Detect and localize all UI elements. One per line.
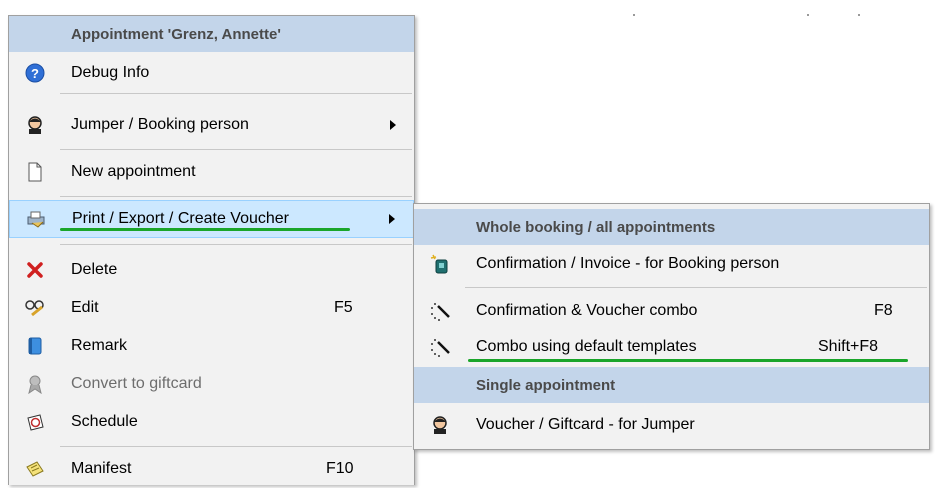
submenu-item-shortcut: F8 [874,302,893,319]
menu-item-label: Delete [71,261,118,278]
menu-item-jumper-booking-person[interactable]: Jumper / Booking person [9,106,414,144]
edit-glasses-icon [9,289,60,327]
menu-item-label: Debug Info [71,64,150,81]
submenu-item-confirmation-voucher-combo[interactable]: Confirmation & Voucher combo F8 [414,292,929,330]
menu-item-label: Jumper / Booking person [71,116,249,133]
menu-separator [60,149,412,150]
menu-item-label: Print / Export / Create Voucher [72,210,289,227]
magic-wand-icon [414,292,465,330]
document-icon [9,153,60,191]
menu-separator [465,287,927,288]
menu-item-edit[interactable]: Edit F5 [9,289,414,327]
menu-item-label: New appointment [71,163,196,180]
menu-item-shortcut: F10 [326,460,354,477]
submenu-item-label: Combo using default templates [476,338,697,355]
submenu-header-label: Single appointment [476,376,616,394]
person-icon [414,406,465,444]
menu-item-label: Convert to giftcard [71,375,202,392]
submenu-item-shortcut: Shift+F8 [818,338,879,355]
delete-x-icon [9,251,60,289]
menu-header: Appointment 'Grenz, Annette' [9,16,414,52]
magic-wand-icon [414,328,465,366]
person-icon [9,106,60,144]
manifest-icon [9,450,60,488]
menu-separator [60,244,412,245]
background-dot [633,14,635,16]
submenu-header-single-appointment: Single appointment [414,367,929,403]
help-icon: ? [9,54,60,92]
menu-separator [60,446,412,447]
submenu-item-label: Confirmation & Voucher combo [476,302,698,319]
schedule-icon [9,403,60,441]
background-dot [807,14,809,16]
menu-header-label: Appointment 'Grenz, Annette' [71,25,281,43]
submenu-header-whole-booking: Whole booking / all appointments [414,209,929,245]
submenu-item-confirmation-invoice[interactable]: Confirmation / Invoice - for Booking per… [414,245,929,283]
submenu-item-label: Voucher / Giftcard - for Jumper [476,416,695,433]
menu-item-label: Schedule [71,413,138,430]
submenu-arrow-icon [390,120,396,130]
print-export-submenu: Whole booking / all appointments Confirm… [413,203,930,450]
background-dot [858,14,860,16]
menu-separator [60,93,412,94]
menu-item-convert-to-giftcard[interactable]: Convert to giftcard [9,365,414,403]
submenu-item-label: Confirmation / Invoice - for Booking per… [476,255,780,272]
menu-item-remark[interactable]: Remark [9,327,414,365]
annotation-underline [60,228,350,231]
svg-text:?: ? [31,66,39,81]
annotation-underline [468,359,908,362]
menu-item-print-export-voucher[interactable]: Print / Export / Create Voucher [9,200,414,238]
submenu-item-voucher-giftcard-jumper[interactable]: Voucher / Giftcard - for Jumper [414,406,929,444]
menu-item-label: Manifest [71,460,132,477]
submenu-arrow-icon [389,214,395,224]
menu-item-new-appointment[interactable]: New appointment [9,153,414,191]
new-notebook-icon [414,245,465,283]
menu-separator [60,196,412,197]
menu-item-shortcut: F5 [334,299,353,316]
menu-item-label: Edit [71,299,99,316]
printer-icon [10,200,61,238]
menu-item-debug-info[interactable]: ? Debug Info [9,54,414,92]
menu-item-delete[interactable]: Delete [9,251,414,289]
menu-item-manifest[interactable]: Manifest F10 [9,450,414,488]
submenu-header-label: Whole booking / all appointments [476,218,716,236]
menu-item-label: Remark [71,337,128,354]
menu-item-schedule[interactable]: Schedule [9,403,414,441]
ribbon-icon [9,365,60,403]
notebook-icon [9,327,60,365]
context-menu: Appointment 'Grenz, Annette' ? Debug Inf… [8,15,415,485]
